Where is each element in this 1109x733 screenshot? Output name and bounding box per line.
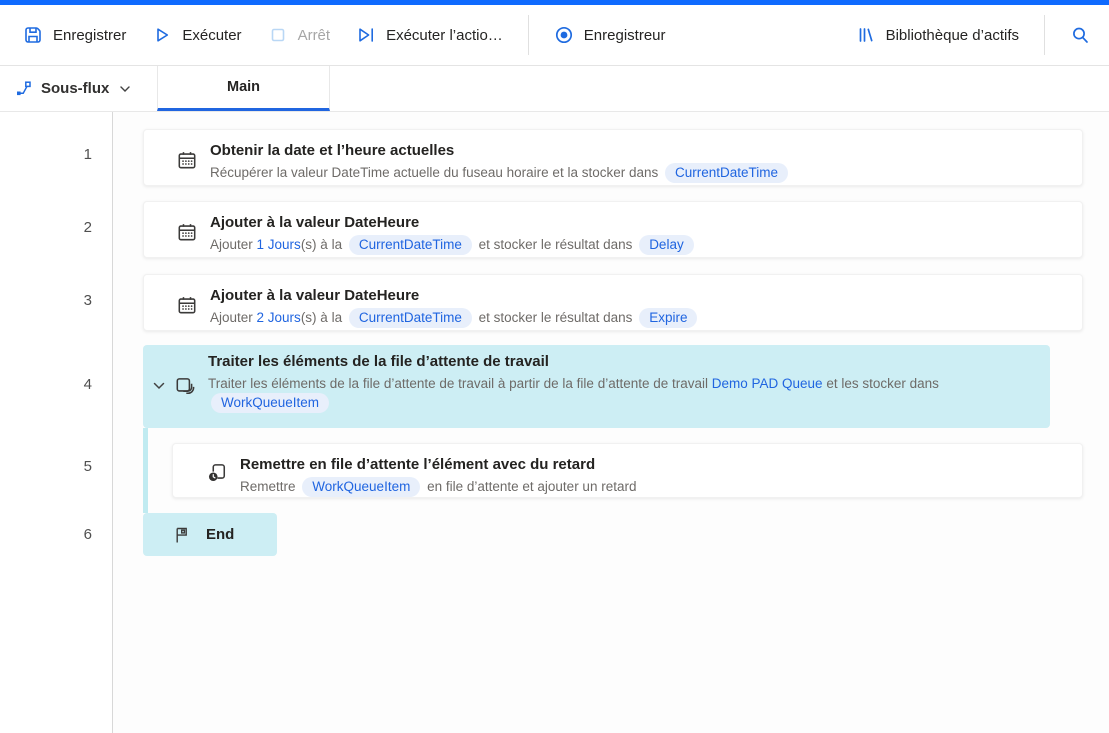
record-icon xyxy=(555,26,572,44)
variable-pill: WorkQueueItem xyxy=(302,477,421,497)
save-button[interactable]: Enregistrer xyxy=(10,17,139,53)
action-text: Obtenir la date et l’heure actuelles Récu… xyxy=(210,139,791,183)
subflow-icon xyxy=(17,81,31,96)
action-row-1[interactable]: Obtenir la date et l’heure actuelles Récu… xyxy=(143,129,1083,186)
subflow-tab-bar: Sous-flux Main xyxy=(0,66,1109,112)
action-title: Remettre en file d’attente l’élément ave… xyxy=(240,456,596,473)
run-button[interactable]: Exécuter xyxy=(139,17,254,53)
description-text: (s) à la xyxy=(300,310,346,325)
action-row-2[interactable]: Ajouter à la valeur DateHeure Ajouter 1 J… xyxy=(143,201,1083,258)
description-text: et les stocker dans xyxy=(822,376,939,391)
action-row-5[interactable]: Remettre en file d’attente l’élément ave… xyxy=(172,443,1083,498)
action-row-3[interactable]: Ajouter à la valeur DateHeure Ajouter 2 J… xyxy=(143,274,1083,331)
description-text: Traiter les éléments de la file d’attent… xyxy=(208,376,712,391)
description-text: et stocker le résultat dans xyxy=(474,310,637,325)
asset-library-button-label: Bibliothèque d’actifs xyxy=(885,26,1019,44)
search-button[interactable] xyxy=(1057,17,1103,53)
subflow-selector-label: Sous-flux xyxy=(41,80,110,97)
selected-block-stripe xyxy=(143,428,148,513)
flow-designer-window: Enregistrer Exécuter Arrêt Exécuter l’ac… xyxy=(0,0,1109,733)
action-description: Remettre WorkQueueItem en file d’attente… xyxy=(240,477,636,497)
play-icon xyxy=(157,28,169,42)
variable-pill: Expire xyxy=(639,308,698,328)
save-icon xyxy=(25,27,41,43)
toolbar-divider xyxy=(1044,15,1045,55)
parameter-link: Demo PAD Queue xyxy=(711,376,823,391)
line-number: 4 xyxy=(83,376,92,393)
recorder-button[interactable]: Enregistreur xyxy=(541,17,679,53)
action-title: Ajouter à la valeur DateHeure xyxy=(210,287,420,304)
parameter-link: 1 Jours xyxy=(256,237,301,252)
toolbar: Enregistrer Exécuter Arrêt Exécuter l’ac… xyxy=(0,5,1109,66)
action-text: Remettre en file d’attente l’élément ave… xyxy=(240,453,636,497)
variable-pill: Delay xyxy=(639,235,694,255)
line-number-gutter xyxy=(0,112,113,733)
description-text: (s) à la xyxy=(300,237,346,252)
action-text: Traiter les éléments de la file d’attent… xyxy=(208,350,1008,413)
description-text: Ajouter xyxy=(210,237,257,252)
asset-library-button[interactable]: Bibliothèque d’actifs xyxy=(843,17,1032,53)
variable-pill: CurrentDateTime xyxy=(348,308,472,328)
description-text: Remettre xyxy=(240,479,300,494)
tab-main[interactable]: Main xyxy=(157,66,330,111)
description-text: et stocker le résultat dans xyxy=(474,237,637,252)
run-button-label: Exécuter xyxy=(182,26,242,44)
action-title: Obtenir la date et l’heure actuelles xyxy=(210,142,455,159)
line-number: 6 xyxy=(83,526,92,543)
chevron-down-icon xyxy=(120,85,131,92)
action-description: Ajouter 1 Jours(s) à la CurrentDateTime … xyxy=(210,235,697,255)
library-icon xyxy=(859,28,873,42)
play-step-icon xyxy=(359,28,374,42)
subflow-selector[interactable]: Sous-flux xyxy=(0,66,157,111)
action-text: Ajouter à la valeur DateHeure Ajouter 2 J… xyxy=(210,284,700,328)
stop-icon xyxy=(271,28,284,42)
action-title: Traiter les éléments de la file d’attent… xyxy=(208,353,549,370)
action-description: Traiter les éléments de la file d’attent… xyxy=(208,374,1008,413)
action-description: Ajouter 2 Jours(s) à la CurrentDateTime … xyxy=(210,308,700,328)
variable-pill: WorkQueueItem xyxy=(211,393,330,413)
description-text: Récupérer la valeur DateTime actuelle du… xyxy=(210,165,662,180)
search-icon xyxy=(1073,27,1088,43)
tab-main-label: Main xyxy=(226,79,261,95)
variable-pill: CurrentDateTime xyxy=(348,235,472,255)
line-number: 2 xyxy=(83,219,92,236)
end-block[interactable]: End xyxy=(143,513,277,556)
action-title: Ajouter à la valeur DateHeure xyxy=(210,214,420,231)
line-number: 5 xyxy=(83,458,92,475)
parameter-link: 2 Jours xyxy=(256,310,301,325)
action-text: Ajouter à la valeur DateHeure Ajouter 1 J… xyxy=(210,211,697,255)
run-next-action-button-label: Exécuter l’actio… xyxy=(386,26,503,44)
description-text: en file d’attente et ajouter un retard xyxy=(423,479,637,494)
save-button-label: Enregistrer xyxy=(53,26,127,44)
end-block-label: End xyxy=(206,526,235,543)
line-number: 3 xyxy=(83,292,92,309)
run-next-action-button[interactable]: Exécuter l’actio… xyxy=(343,17,516,53)
action-description: Récupérer la valeur DateTime actuelle du… xyxy=(210,163,791,183)
description-text: Ajouter xyxy=(210,310,257,325)
action-row-4[interactable]: Traiter les éléments de la file d’attent… xyxy=(143,345,1050,428)
line-number: 1 xyxy=(83,146,92,163)
variable-pill: CurrentDateTime xyxy=(665,163,789,183)
stop-button[interactable]: Arrêt xyxy=(255,17,344,53)
stop-button-label: Arrêt xyxy=(297,26,331,44)
recorder-button-label: Enregistreur xyxy=(583,26,666,44)
toolbar-divider xyxy=(527,15,529,55)
